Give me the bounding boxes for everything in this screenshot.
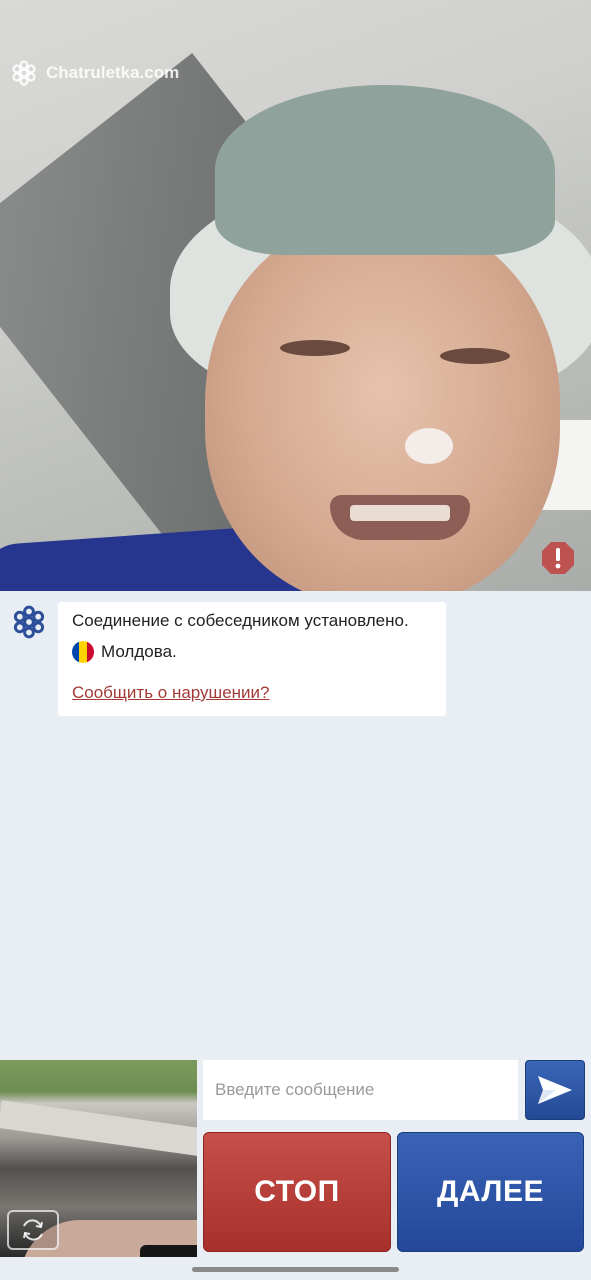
remote-video: Chatruletka.com <box>0 0 591 591</box>
video-person-eye <box>440 348 510 364</box>
flag-moldova-icon <box>72 641 94 663</box>
stop-button[interactable]: СТОП <box>203 1132 391 1252</box>
watermark-text: Chatruletka.com <box>46 63 180 82</box>
system-message: Соединение с собеседником установлено. М… <box>58 602 446 716</box>
watermark: Chatruletka.com <box>10 59 179 87</box>
self-camera-curb <box>0 1100 197 1159</box>
bot-avatar-icon <box>13 605 45 639</box>
video-person-teeth <box>350 505 450 521</box>
self-camera-shoe <box>140 1245 197 1257</box>
alert-octagon-icon[interactable] <box>541 541 575 575</box>
logo-flower-icon <box>12 60 36 86</box>
report-violation-link[interactable]: Сообщить о нарушении? <box>72 683 269 703</box>
camera-switch-button[interactable] <box>7 1210 59 1250</box>
video-person-eye <box>280 340 350 356</box>
partner-country: Молдова. <box>72 641 432 663</box>
send-arrow-icon <box>538 1076 572 1104</box>
video-person-nose <box>405 428 453 464</box>
send-button[interactable] <box>525 1060 585 1120</box>
next-button[interactable]: ДАЛЕЕ <box>397 1132 584 1252</box>
camera-switch-icon <box>23 1219 43 1241</box>
partner-country-name: Молдова. <box>101 642 177 661</box>
connection-status-text: Соединение с собеседником установлено. <box>72 611 409 630</box>
home-indicator[interactable] <box>192 1267 399 1272</box>
message-input[interactable] <box>203 1060 518 1120</box>
video-person-hat <box>215 85 555 255</box>
